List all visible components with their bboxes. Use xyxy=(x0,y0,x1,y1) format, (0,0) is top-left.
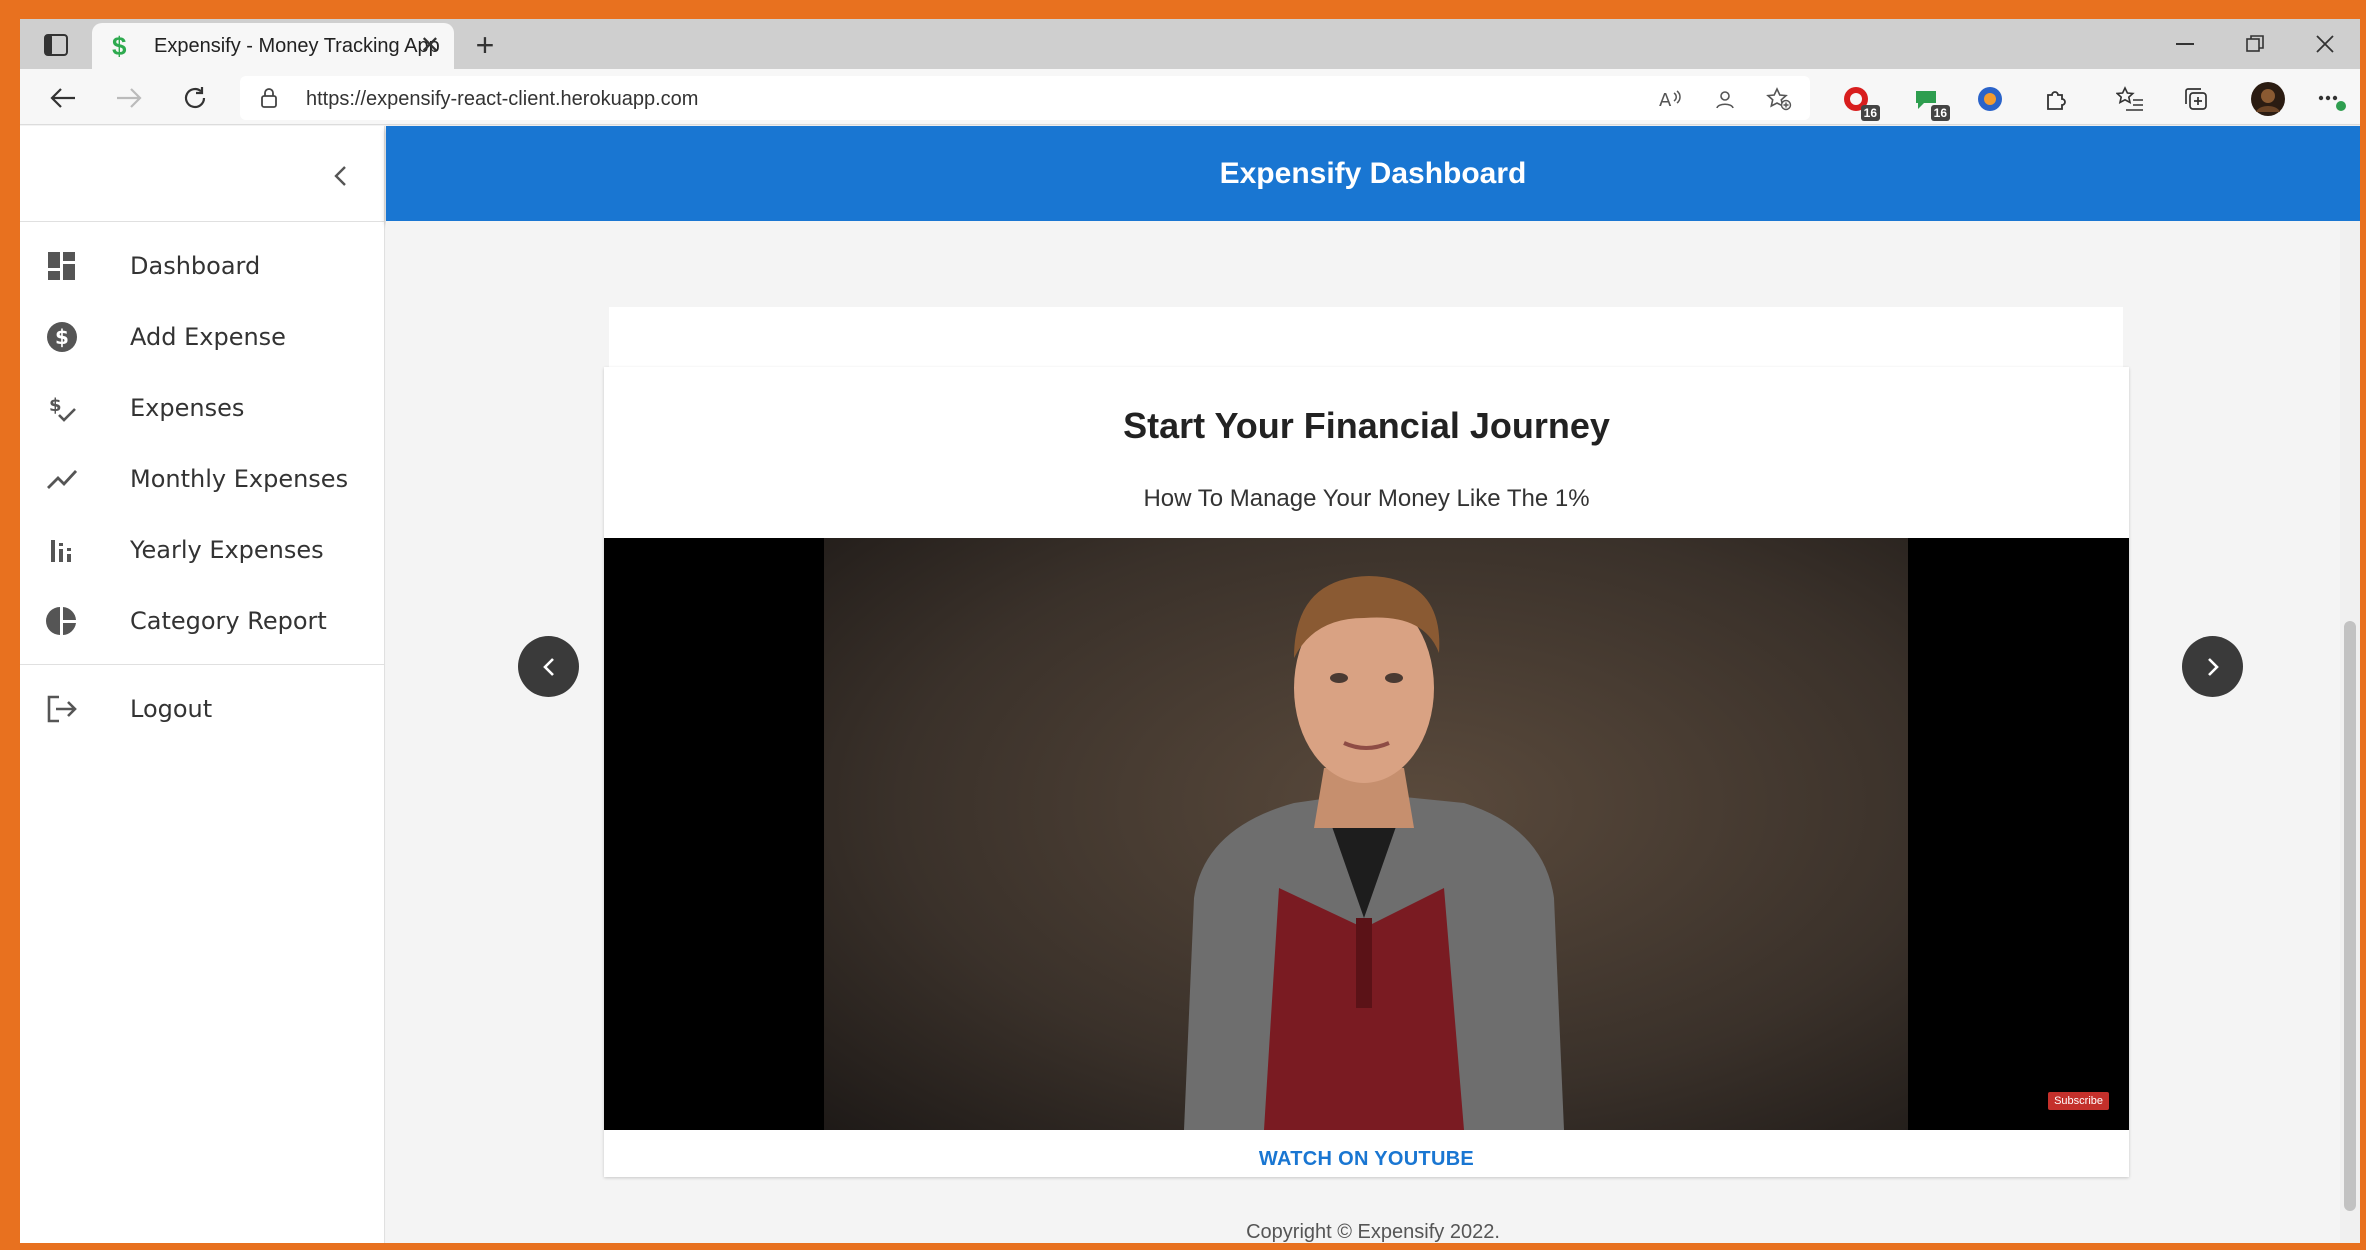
favorites-list-icon xyxy=(2116,86,2143,111)
favorites-button[interactable] xyxy=(2112,81,2148,117)
page-title: Expensify Dashboard xyxy=(1219,156,1527,190)
read-aloud-icon: A xyxy=(1659,90,1681,109)
sidebar-item-dashboard[interactable]: Dashboard xyxy=(20,230,384,301)
sidebar-item-logout[interactable]: Logout xyxy=(20,673,384,744)
close-window-button[interactable] xyxy=(2290,19,2360,69)
app-header: Expensify Dashboard xyxy=(386,126,2360,221)
window-controls xyxy=(2150,19,2360,69)
tracking-icon xyxy=(1716,91,1734,109)
chevron-left-icon xyxy=(334,166,346,186)
sidebar-item-label: Yearly Expenses xyxy=(130,535,324,564)
carousel-prev-button[interactable] xyxy=(518,636,579,697)
sidebar-menu: Dashboard $ Add Expense $ Expenses Month… xyxy=(20,222,384,656)
tab-actions-button[interactable] xyxy=(36,29,76,61)
main-content: Start Your Financial Journey How To Mana… xyxy=(386,221,2360,1243)
sidebar-item-label: Category Report xyxy=(130,606,327,635)
svg-text:$: $ xyxy=(49,395,62,416)
extension-badge: 16 xyxy=(1930,105,1950,121)
sidebar-item-expenses[interactable]: $ Expenses xyxy=(20,372,384,443)
address-bar[interactable]: https://expensify-react-client.herokuapp… xyxy=(240,76,1810,120)
video-frame xyxy=(824,538,1908,1130)
shield-extension-icon xyxy=(1978,87,2002,111)
tab-actions-icon xyxy=(44,34,68,56)
watch-on-youtube-link[interactable]: WATCH ON YOUTUBE xyxy=(604,1148,2129,1171)
svg-text:$: $ xyxy=(55,325,69,349)
extensions-button[interactable] xyxy=(2038,81,2074,117)
footer-copyright: Copyright © Expensify 2022. xyxy=(1246,1221,1500,1243)
browser-tab[interactable]: $ Expensify - Money Tracking App ✕ xyxy=(92,23,454,69)
restore-button[interactable] xyxy=(2220,19,2290,69)
sidebar-item-yearly-expenses[interactable]: Yearly Expenses xyxy=(20,514,384,585)
pie-chart-icon xyxy=(46,605,78,637)
subscribe-button[interactable]: Subscribe xyxy=(2048,1092,2109,1110)
minimize-icon xyxy=(2176,43,2194,45)
dollar-circle-icon: $ xyxy=(46,321,78,353)
settings-more-button[interactable] xyxy=(2314,81,2350,117)
close-tab-icon[interactable]: ✕ xyxy=(420,34,440,58)
url-text: https://expensify-react-client.herokuapp… xyxy=(306,88,699,110)
more-dots-icon xyxy=(2318,95,2346,111)
minimize-button[interactable] xyxy=(2150,19,2220,69)
carousel-top-card xyxy=(609,307,2123,367)
extension-1-button[interactable]: 16 xyxy=(1838,81,1880,121)
read-aloud-button[interactable]: A xyxy=(1658,86,1684,112)
svg-text:A: A xyxy=(1659,90,1672,109)
sidebar: Dashboard $ Add Expense $ Expenses Month… xyxy=(20,126,385,1243)
extension-2-button[interactable]: 16 xyxy=(1908,81,1950,121)
refresh-icon xyxy=(184,87,206,109)
new-tab-button[interactable]: + xyxy=(468,29,502,63)
app-root: Dashboard $ Add Expense $ Expenses Month… xyxy=(20,126,2360,1243)
sidebar-item-label: Add Expense xyxy=(130,322,286,351)
lock-icon xyxy=(261,88,277,108)
video-thumbnail-image xyxy=(824,538,1908,1130)
browser-toolbar: https://expensify-react-client.herokuapp… xyxy=(20,69,2360,125)
sidebar-divider xyxy=(20,664,384,665)
sidebar-item-label: Dashboard xyxy=(130,251,261,280)
collections-button[interactable] xyxy=(2178,81,2214,117)
sidebar-item-add-expense[interactable]: $ Add Expense xyxy=(20,301,384,372)
carousel-next-button[interactable] xyxy=(2182,636,2243,697)
browser-window: $ Expensify - Money Tracking App ✕ + htt… xyxy=(20,19,2360,1243)
carousel-title: Start Your Financial Journey xyxy=(1123,405,1610,446)
chevron-left-icon xyxy=(542,657,554,676)
tab-title: Expensify - Money Tracking App xyxy=(154,34,440,57)
add-favorite-button[interactable] xyxy=(1766,86,1792,112)
extension-badge: 16 xyxy=(1860,105,1880,121)
scrollbar-thumb[interactable] xyxy=(2344,621,2356,1211)
sidebar-item-label: Expenses xyxy=(130,393,245,422)
sidebar-item-label: Monthly Expenses xyxy=(130,464,349,493)
avatar xyxy=(2251,82,2285,116)
close-icon xyxy=(2316,35,2334,53)
carousel-subtitle: How To Manage Your Money Like The 1% xyxy=(1143,485,1590,512)
scrollbar[interactable] xyxy=(2340,221,2360,1243)
logout-icon xyxy=(46,693,78,725)
video-player[interactable]: Subscribe xyxy=(604,538,2129,1130)
sidebar-item-category-report[interactable]: Category Report xyxy=(20,585,384,656)
tab-strip: $ Expensify - Money Tracking App ✕ + xyxy=(20,19,2360,69)
bar-chart-icon xyxy=(46,534,78,566)
sidebar-item-monthly-expenses[interactable]: Monthly Expenses xyxy=(20,443,384,514)
puzzle-icon xyxy=(2047,91,2066,110)
extension-3-button[interactable] xyxy=(1972,81,2008,117)
logout-label: Logout xyxy=(130,694,213,723)
forward-arrow-icon xyxy=(117,88,142,108)
carousel-card: Start Your Financial Journey How To Mana… xyxy=(604,367,2129,1177)
chevron-right-icon xyxy=(2207,657,2219,676)
collections-icon xyxy=(2185,88,2207,110)
collapse-sidebar-button[interactable] xyxy=(326,162,354,190)
star-plus-icon xyxy=(1766,87,1792,111)
sidebar-header xyxy=(20,126,384,222)
profile-button[interactable] xyxy=(2250,81,2286,117)
back-arrow-icon xyxy=(50,88,75,108)
favicon-dollar-icon: $ xyxy=(112,30,127,61)
forward-button[interactable] xyxy=(112,81,146,115)
dashboard-icon xyxy=(46,250,78,282)
tracking-prevention-button[interactable] xyxy=(1712,86,1738,112)
back-button[interactable] xyxy=(46,81,80,115)
refresh-button[interactable] xyxy=(178,81,212,115)
restore-icon xyxy=(2246,35,2264,52)
trending-line-icon xyxy=(46,463,78,495)
expense-check-icon: $ xyxy=(46,392,78,424)
